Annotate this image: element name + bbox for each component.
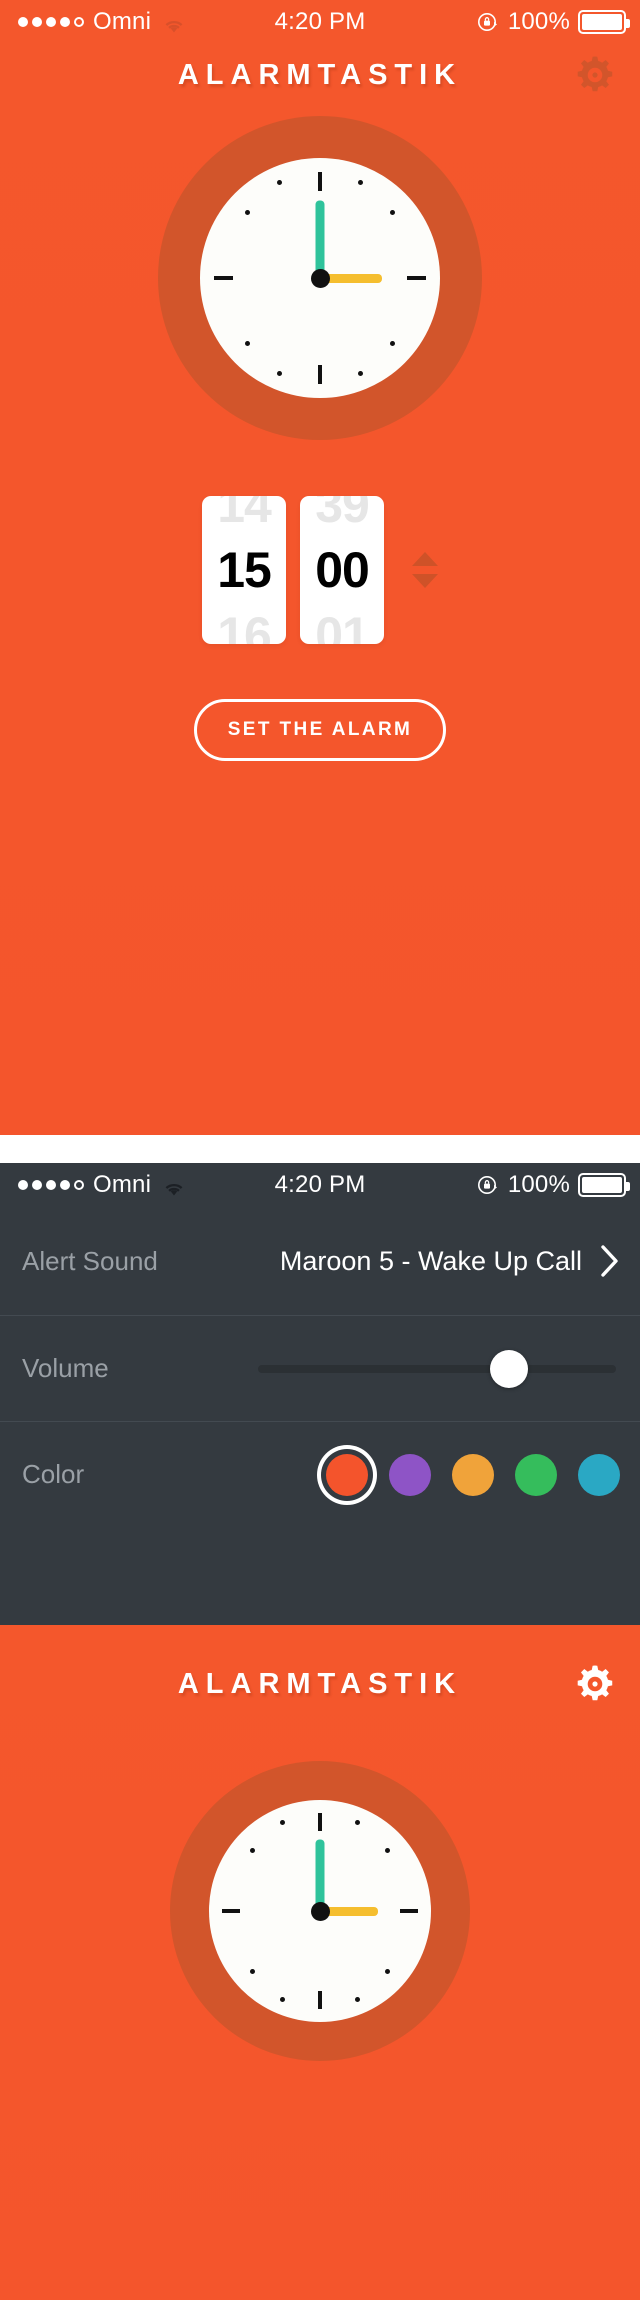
clock-dot-tick [358, 180, 363, 185]
analog-clock-large-wrap [0, 116, 640, 440]
clock-tick-6 [318, 365, 322, 384]
set-alarm-wrap: SET THE ALARM [0, 699, 640, 761]
clock-dot-tick [250, 1848, 255, 1853]
clock-dot-tick [245, 341, 250, 346]
hour-prev-ghost: 14 [217, 496, 272, 533]
minute-flip-card[interactable]: 39 00 01 [300, 496, 384, 644]
alert-sound-value: Maroon 5 - Wake Up Call [279, 1245, 582, 1276]
app-header: ALARMTASTIK [0, 44, 640, 106]
time-picker: 14 15 16 39 00 01 [0, 496, 640, 644]
volume-label: Volume [22, 1353, 109, 1383]
minute-next-ghost: 01 [315, 607, 370, 644]
time-stepper [412, 552, 438, 588]
screen-alarm-main: Omni 4:20 PM 100% ALARMTASTIK 14 15 16 3… [0, 0, 640, 1135]
analog-clock [158, 116, 482, 440]
volume-right [258, 1349, 620, 1388]
rotation-lock-icon [476, 1173, 500, 1197]
alert-sound-right: Maroon 5 - Wake Up Call [280, 1244, 620, 1278]
screen-alarm-settings: Omni 4:20 PM 100% Alert Sound Maroon 5 -… [0, 1163, 640, 1625]
clock-tick-12 [318, 1813, 322, 1831]
clock-dot-tick [355, 1997, 360, 2002]
status-bar-right: 100% [476, 1171, 640, 1199]
clock-dot-tick [280, 1997, 285, 2002]
signal-strength-icon [18, 1180, 84, 1190]
carrier-name: Omni [93, 8, 152, 35]
battery-percent: 100% [507, 8, 570, 35]
color-swatch-teal[interactable] [578, 1453, 620, 1496]
signal-strength-icon [18, 17, 84, 27]
screen-alarm-main-alt: ALARMTASTIK [0, 1625, 640, 2300]
color-swatch-list [326, 1453, 620, 1496]
page-title-alt: ALARMTASTIK [177, 1667, 463, 1700]
clock-dot-tick [277, 180, 282, 185]
setting-row-alert-sound[interactable]: Alert Sound Maroon 5 - Wake Up Call [0, 1207, 640, 1315]
minute-prev-ghost: 39 [315, 496, 370, 533]
app-header-alt: ALARMTASTIK [0, 1625, 640, 1743]
color-swatch-orange[interactable] [326, 1453, 368, 1496]
status-bar-clock: 4:20 PM [274, 8, 366, 35]
clock-tick-6 [318, 1991, 322, 2009]
status-bar: Omni 4:20 PM 100% [0, 0, 640, 44]
clock-dot-tick [390, 210, 395, 215]
triangle-up-icon[interactable] [412, 552, 438, 566]
wifi-icon [162, 13, 186, 33]
clock-dot-tick [390, 341, 395, 346]
clock-dot-tick [385, 1848, 390, 1853]
gear-icon[interactable] [572, 1661, 618, 1707]
triangle-down-icon[interactable] [412, 574, 438, 588]
alert-sound-label: Alert Sound [22, 1245, 158, 1276]
clock-dot-tick [277, 371, 282, 376]
gear-icon[interactable] [572, 52, 618, 98]
setting-row-volume[interactable]: Volume [0, 1315, 640, 1421]
battery-percent: 100% [507, 1171, 570, 1198]
color-swatch-purple[interactable] [389, 1453, 431, 1496]
color-swatch-amber[interactable] [452, 1453, 494, 1496]
status-bar-clock: 4:20 PM [274, 1171, 366, 1198]
minute-value: 00 [315, 542, 370, 598]
clock-center-hub [310, 268, 330, 288]
clock-dot-tick [250, 1969, 255, 1974]
chevron-right-icon[interactable] [600, 1244, 620, 1278]
clock-dot-tick [358, 371, 363, 376]
page-title: ALARMTASTIK [177, 58, 463, 91]
status-bar: Omni 4:20 PM 100% [0, 1163, 640, 1207]
volume-slider-thumb[interactable] [489, 1349, 528, 1388]
clock-tick-3 [407, 276, 426, 280]
clock-minute-hand [315, 1839, 325, 1911]
battery-full-icon [578, 1173, 630, 1197]
color-right [326, 1453, 620, 1496]
clock-dot-tick [355, 1820, 360, 1825]
clock-face [209, 1800, 431, 2022]
battery-full-icon [578, 10, 630, 34]
clock-dot-tick [385, 1969, 390, 1974]
clock-dot-tick [280, 1820, 285, 1825]
clock-minute-hand [315, 200, 325, 278]
setting-row-color[interactable]: Color [0, 1421, 640, 1527]
hour-value: 15 [217, 542, 272, 598]
color-label: Color [22, 1459, 85, 1489]
analog-clock [170, 1761, 470, 2061]
status-bar-right: 100% [476, 8, 640, 36]
clock-tick-9 [214, 276, 233, 280]
hour-flip-card[interactable]: 14 15 16 [202, 496, 286, 644]
status-bar-left: Omni [0, 1171, 186, 1199]
carrier-name: Omni [93, 1171, 152, 1198]
wifi-icon [162, 1176, 186, 1196]
screen-divider-gap [0, 1135, 640, 1163]
clock-tick-3 [400, 1909, 418, 1913]
status-bar-left: Omni [0, 8, 186, 36]
analog-clock-alt-wrap [0, 1761, 640, 2061]
clock-center-hub [310, 1901, 330, 1921]
clock-face [200, 158, 440, 398]
hour-next-ghost: 16 [217, 607, 272, 644]
set-alarm-button[interactable]: SET THE ALARM [194, 699, 446, 761]
clock-tick-9 [222, 1909, 240, 1913]
clock-dot-tick [245, 210, 250, 215]
rotation-lock-icon [476, 10, 500, 34]
volume-slider[interactable] [258, 1349, 616, 1388]
clock-tick-12 [318, 172, 322, 191]
color-swatch-green[interactable] [515, 1453, 557, 1496]
